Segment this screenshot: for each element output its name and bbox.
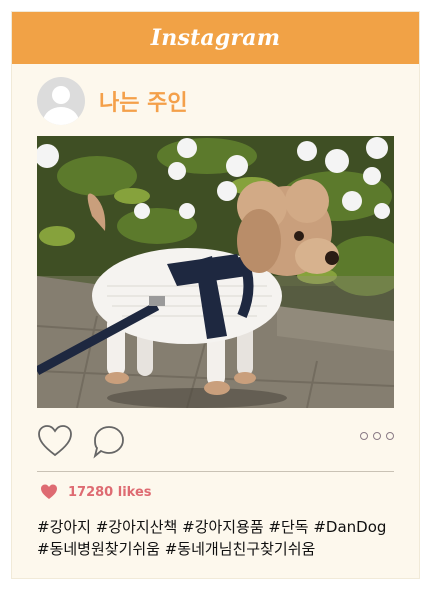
likes-count[interactable]: 17280 likes [68, 485, 152, 500]
divider [37, 471, 394, 472]
username[interactable]: 나는 주인 [99, 85, 188, 117]
filled-heart-icon [41, 484, 57, 499]
post-caption: #강아지 #강아지산책 #강아지용품 #단독 #DanDog #동네병원찾기쉬움… [37, 516, 407, 560]
hashtags-line-2[interactable]: #동네병원찾기쉬움 #동네개님친구찾기쉬움 [37, 538, 407, 560]
more-options-icon[interactable] [360, 432, 394, 440]
dog-photo-illustration [37, 136, 394, 408]
post-actions [37, 424, 394, 464]
post-card: Instagram 나는 주인 17280 likes #강아지 #강아지산책 … [12, 12, 419, 578]
hashtags-line-1[interactable]: #강아지 #강아지산책 #강아지용품 #단독 #DanDog [37, 516, 407, 538]
likes-row: 17280 likes [40, 484, 152, 500]
comment-bubble-icon[interactable] [91, 424, 127, 464]
avatar[interactable] [37, 77, 85, 125]
app-logo: Instagram [150, 25, 281, 51]
app-header: Instagram [12, 12, 419, 64]
profile-row: 나는 주인 [37, 76, 188, 126]
heart-icon[interactable] [37, 424, 73, 462]
post-photo [37, 136, 394, 408]
